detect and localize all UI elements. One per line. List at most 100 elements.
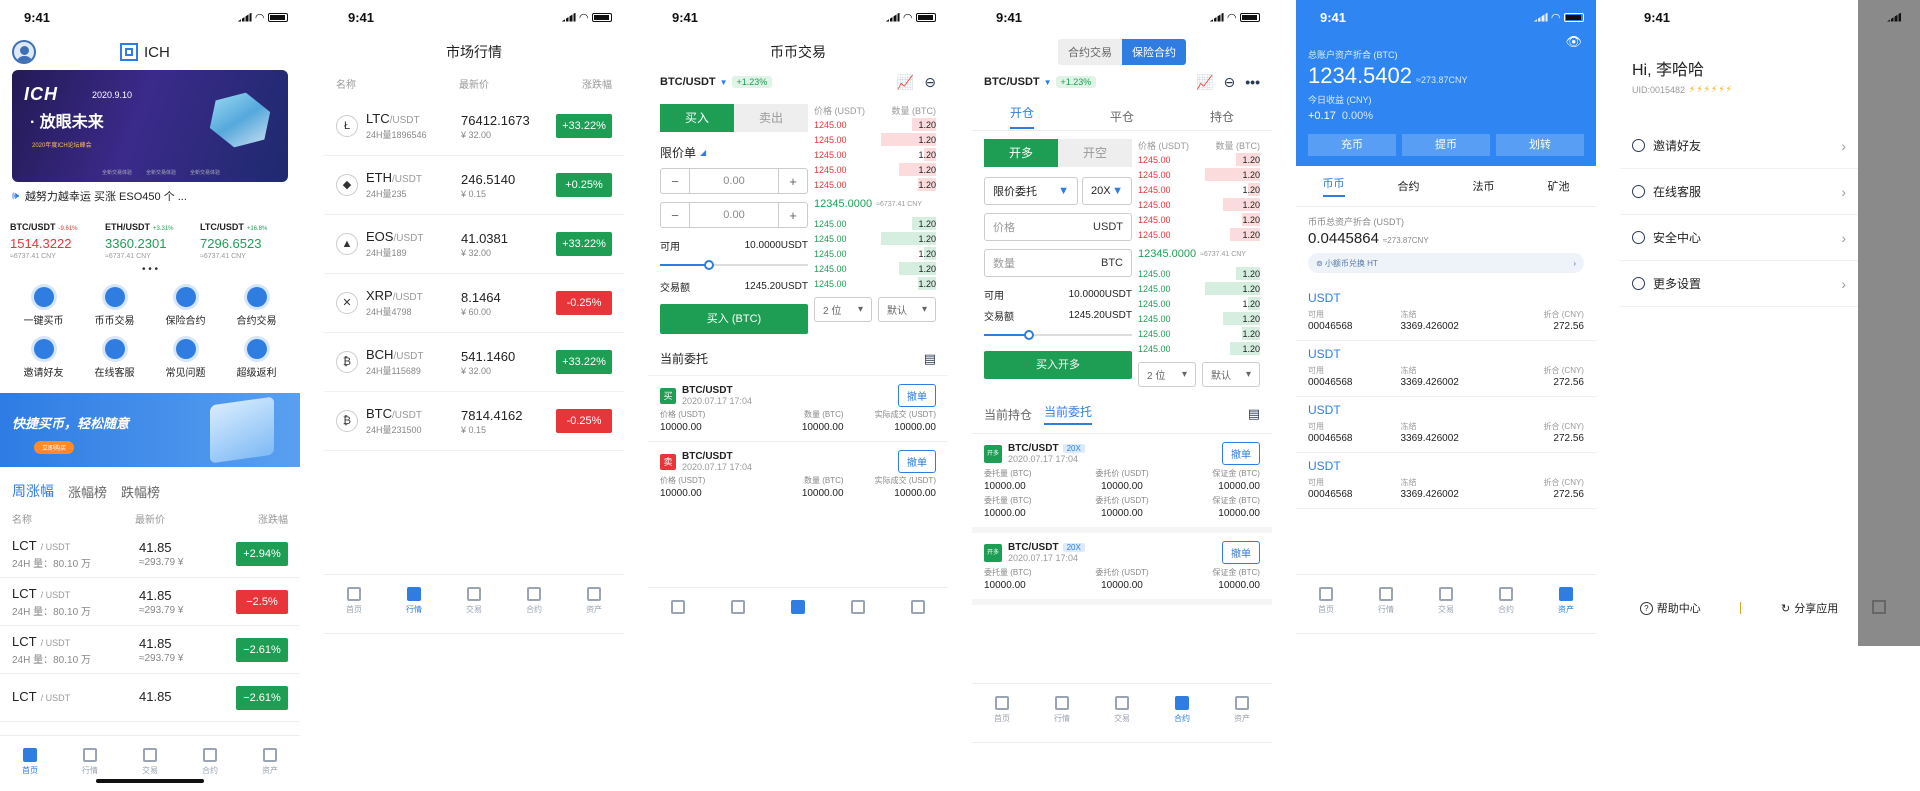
quick-action-button[interactable]: 超级返利 bbox=[221, 339, 292, 379]
cancel-button[interactable]: 撤单 bbox=[898, 450, 936, 473]
transfer-button[interactable]: 划转 bbox=[1496, 134, 1584, 156]
market-row[interactable]: ✕ XRP/USDT 24H量4798 8.1464 ¥ 60.00 -0.25% bbox=[324, 274, 624, 333]
depth-select[interactable]: 2 位 ▾ bbox=[1138, 362, 1196, 387]
ask-row[interactable]: 1245.00 1.20 bbox=[1138, 227, 1260, 242]
tab-assets[interactable]: 资产 bbox=[1558, 586, 1574, 615]
bid-row[interactable]: 1245.00 1.20 bbox=[1138, 311, 1260, 326]
history-icon[interactable]: ▤ bbox=[1248, 406, 1260, 422]
mode-select[interactable]: 默认 ▾ bbox=[1202, 362, 1260, 387]
quick-action-button[interactable]: 保险合约 bbox=[150, 287, 221, 327]
qty-stepper[interactable]: −0.00 + bbox=[660, 202, 808, 228]
pair-selector[interactable]: BTC/USDT bbox=[660, 76, 716, 88]
notice-bar[interactable]: 🕪 越努力越幸运 买涨 ESO450 个 ... bbox=[0, 182, 300, 210]
open-long-submit-button[interactable]: 买入开多 bbox=[984, 351, 1132, 379]
quick-action-button[interactable]: 在线客服 bbox=[79, 339, 150, 379]
tab-assets[interactable]: 资产 bbox=[262, 747, 278, 776]
share-app-button[interactable]: ↻ 分享应用 bbox=[1781, 600, 1838, 616]
leverage-select[interactable]: 20X ▼ bbox=[1082, 177, 1132, 205]
ticker-card[interactable]: BTC/USDT -9.61% 1514.3222 ≈6737.41 CNY bbox=[10, 222, 100, 260]
tab-trade[interactable]: 交易 bbox=[1438, 586, 1454, 615]
quick-action-button[interactable]: 一键买币 bbox=[8, 287, 79, 327]
help-center-button[interactable]: ? 帮助中心 bbox=[1639, 600, 1701, 616]
switch-icon[interactable]: ⊖ bbox=[1224, 74, 1236, 91]
bid-row[interactable]: 1245.00 1.20 bbox=[1138, 326, 1260, 341]
order-type-select[interactable]: 限价单 bbox=[660, 144, 696, 161]
withdraw-button[interactable]: 提币 bbox=[1402, 134, 1490, 156]
market-row[interactable]: ₿ BTC/USDT 24H量231500 7814.4162 ¥ 0.15 -0.25% bbox=[324, 392, 624, 451]
bid-row[interactable]: 1245.00 1.20 bbox=[814, 231, 936, 246]
slider-handle[interactable] bbox=[704, 260, 714, 270]
minus-icon[interactable]: − bbox=[661, 174, 689, 189]
tab-close[interactable]: 平仓 bbox=[1110, 108, 1134, 125]
tab-contract[interactable]: 合约 bbox=[1174, 695, 1190, 724]
quick-action-button[interactable]: 合约交易 bbox=[221, 287, 292, 327]
ask-row[interactable]: 1245.00 1.20 bbox=[814, 132, 936, 147]
tab-home[interactable]: 首页 bbox=[346, 586, 362, 615]
tab-assets[interactable]: 资产 bbox=[1234, 695, 1250, 724]
cancel-button[interactable]: 撤单 bbox=[898, 384, 936, 407]
buy-submit-button[interactable]: 买入 (BTC) bbox=[660, 304, 808, 334]
more-icon[interactable]: ••• bbox=[1245, 74, 1260, 90]
tab-market[interactable]: 行情 bbox=[1054, 695, 1070, 724]
tab-insurance-contract[interactable]: 保险合约 bbox=[1122, 39, 1186, 65]
caret-down-icon[interactable]: ▼ bbox=[720, 78, 728, 87]
tab-open-short[interactable]: 开空 bbox=[1058, 139, 1132, 167]
price-stepper[interactable]: −0.00 + bbox=[660, 168, 808, 194]
bid-row[interactable]: 1245.00 1.20 bbox=[814, 246, 936, 261]
tab-contract[interactable]: 合约 bbox=[202, 747, 218, 776]
profile-menu-item[interactable]: 在线客服 › bbox=[1620, 169, 1858, 215]
asset-row[interactable]: USDT 可用 冻结 折合 (CNY) 00046568 3369.426002 272.5… bbox=[1296, 453, 1596, 509]
tab-market[interactable]: 行情 bbox=[730, 599, 746, 615]
tab-pool[interactable]: 矿池 bbox=[1548, 178, 1570, 194]
deposit-button[interactable]: 充币 bbox=[1308, 134, 1396, 156]
tab-open-long[interactable]: 开多 bbox=[984, 139, 1058, 167]
buy-tab[interactable]: 买入 bbox=[660, 104, 734, 132]
tab-market[interactable]: 行情 bbox=[406, 586, 422, 615]
rank-row[interactable]: LCT / USDT 41.85 −2.61% bbox=[0, 674, 300, 722]
profile-menu-item[interactable]: 安全中心 › bbox=[1620, 215, 1858, 261]
ask-row[interactable]: 1245.00 1.20 bbox=[814, 147, 936, 162]
slider-handle[interactable] bbox=[1024, 330, 1034, 340]
tab-assets[interactable]: 资产 bbox=[910, 599, 926, 615]
rank-row[interactable]: LCT / USDT 24H 量：80.10 万 41.85 ≈293.79 ¥ −2.5… bbox=[0, 578, 300, 626]
col-change[interactable]: 涨跌幅 bbox=[552, 76, 612, 91]
quick-action-button[interactable]: 邀请好友 bbox=[8, 339, 79, 379]
plus-icon[interactable]: + bbox=[779, 208, 807, 223]
tab-spot[interactable]: 币币 bbox=[1322, 175, 1345, 197]
history-icon[interactable]: ▤ bbox=[924, 351, 936, 367]
ask-row[interactable]: 1245.00 1.20 bbox=[1138, 152, 1260, 167]
tab-contract[interactable]: 合约 bbox=[850, 599, 866, 615]
price-input[interactable]: 0.00 bbox=[689, 169, 779, 193]
price-input[interactable]: 价格 USDT bbox=[984, 213, 1132, 241]
tab-weekly-gain[interactable]: 周涨幅 bbox=[12, 481, 54, 501]
tab-trade[interactable]: 交易 bbox=[142, 747, 158, 776]
sell-tab[interactable]: 卖出 bbox=[734, 104, 808, 132]
ask-row[interactable]: 1245.00 1.20 bbox=[814, 162, 936, 177]
tab-market[interactable]: 行情 bbox=[82, 747, 98, 776]
tab-assets[interactable]: 资产 bbox=[586, 586, 602, 615]
tab-home[interactable]: 首页 bbox=[1318, 586, 1334, 615]
order-type-select[interactable]: 限价委托 ▼ bbox=[984, 177, 1078, 205]
ask-row[interactable]: 1245.00 1.20 bbox=[1138, 212, 1260, 227]
bid-row[interactable]: 1245.00 1.20 bbox=[814, 276, 936, 291]
bid-row[interactable]: 1245.00 1.20 bbox=[814, 261, 936, 276]
tab-fiat[interactable]: 法币 bbox=[1473, 178, 1495, 194]
rank-row[interactable]: LCT / USDT 24H 量：80.10 万 41.85 ≈293.79 ¥ +2.9… bbox=[0, 530, 300, 578]
tab-home[interactable]: 首页 bbox=[670, 599, 686, 615]
quick-action-button[interactable]: 币币交易 bbox=[79, 287, 150, 327]
bid-row[interactable]: 1245.00 1.20 bbox=[1138, 296, 1260, 311]
tab-gainers[interactable]: 涨幅榜 bbox=[68, 482, 107, 501]
asset-row[interactable]: USDT 可用 冻结 折合 (CNY) 00046568 3369.426002 272.5… bbox=[1296, 341, 1596, 397]
ask-row[interactable]: 1245.00 1.20 bbox=[814, 117, 936, 132]
tab-contract[interactable]: 合约 bbox=[526, 586, 542, 615]
rank-row[interactable]: LCT / USDT 24H 量：80.10 万 41.85 ≈293.79 ¥ −2.6… bbox=[0, 626, 300, 674]
tab-hold[interactable]: 持仓 bbox=[1210, 108, 1234, 125]
col-price[interactable]: 最新价 bbox=[459, 76, 549, 91]
bid-row[interactable]: 1245.00 1.20 bbox=[814, 216, 936, 231]
tab-open-orders[interactable]: 当前委托 bbox=[1044, 403, 1093, 425]
promo-button[interactable]: 立即购买 bbox=[34, 441, 75, 454]
tab-open[interactable]: 开仓 bbox=[1009, 104, 1034, 129]
profile-menu-item[interactable]: 邀请好友 › bbox=[1620, 123, 1858, 169]
cancel-button[interactable]: 撤单 bbox=[1222, 442, 1260, 465]
col-price[interactable]: 最新价 bbox=[135, 511, 215, 526]
